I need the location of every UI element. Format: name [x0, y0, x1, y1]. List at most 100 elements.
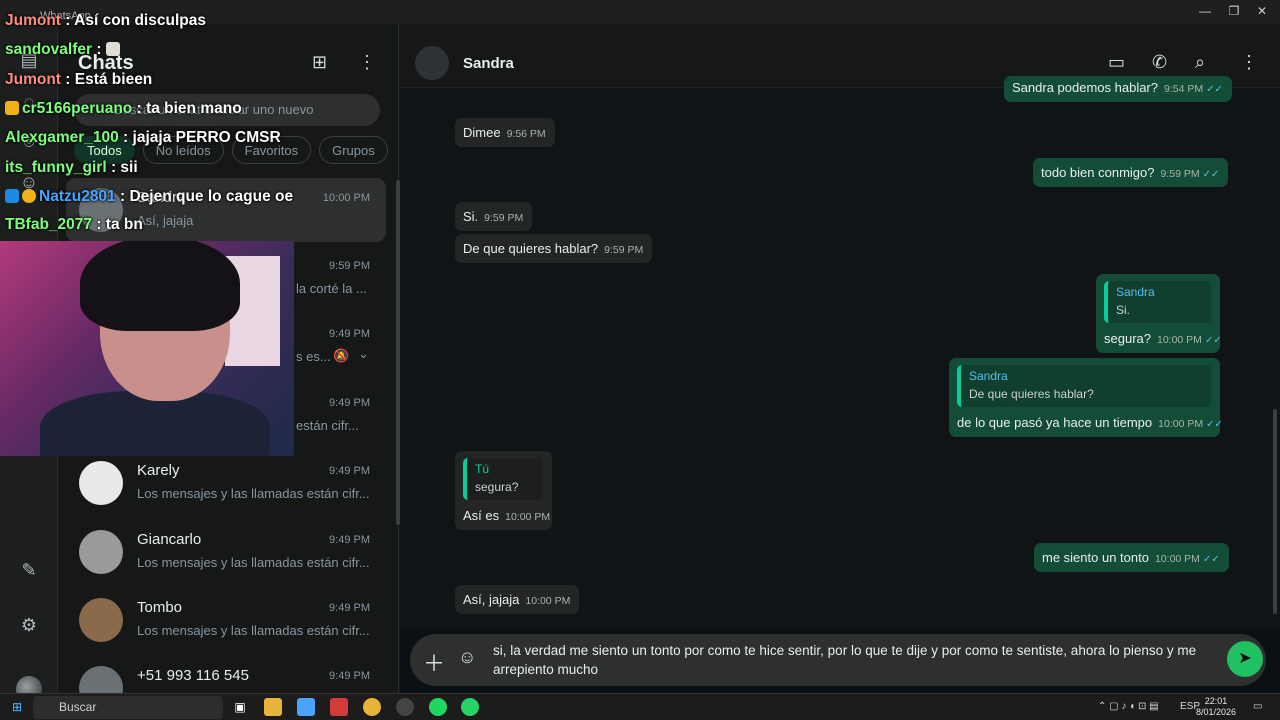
message-text: segura?: [1104, 331, 1151, 346]
stream-chat-text: Dejen que lo cague oe: [129, 188, 294, 205]
stream-chat-text: jajaja PERRO CMSR: [132, 129, 281, 146]
quoted-text: Si.: [1116, 303, 1131, 317]
system-tray-icons[interactable]: ⌃ ▢ ♪ ◖ ⊡ ▤: [1098, 701, 1159, 712]
stream-chat-text: sii: [120, 159, 138, 176]
taskbar-clock[interactable]: 22:01 8/01/2026: [1196, 696, 1236, 718]
message-out-reply[interactable]: Sandra Si. segura? 10:00 PM ✓✓: [1096, 274, 1222, 353]
badge-icon: [5, 189, 19, 203]
conversation-scrollbar[interactable]: [1273, 409, 1277, 614]
message-composer[interactable]: ＋ ☺ si, la verdad me siento un tonto por…: [410, 634, 1266, 686]
read-ticks-icon: ✓✓: [1206, 84, 1223, 95]
message-in[interactable]: De que quieres hablar? 9:59 PM: [455, 234, 653, 263]
muted-icon: 🔕: [333, 348, 350, 363]
search-icon[interactable]: ⌕: [1195, 52, 1205, 73]
message-text: Sandra podemos hablar?: [1012, 80, 1158, 95]
stream-chat-line: sandovalfer :: [5, 41, 123, 59]
stream-chat-user: Jumont: [5, 71, 61, 88]
chat-row-karely[interactable]: Karely Los mensajes y las llamadas están…: [66, 451, 386, 515]
stream-chat-user: Natzu2801: [39, 188, 116, 205]
spotify-icon[interactable]: [429, 698, 447, 716]
message-in[interactable]: Dimee 9:56 PM: [455, 118, 555, 147]
stream-chat-line: Alexgamer_100 : jajaja PERRO CMSR: [5, 129, 281, 146]
message-text: todo bien conmigo?: [1041, 165, 1155, 180]
emoji-icon[interactable]: ☺: [458, 647, 476, 668]
clock-time: 22:01: [1204, 696, 1228, 706]
read-ticks-icon: ✓✓: [1202, 169, 1220, 180]
starred-icon[interactable]: ✎: [17, 558, 41, 582]
message-in-reply[interactable]: Tú segura? Así es 10:00 PM: [455, 451, 552, 530]
taskbar-search[interactable]: Buscar: [33, 696, 223, 719]
chat-preview: s es...: [296, 349, 331, 364]
message-text: De que quieres hablar?: [463, 241, 599, 256]
chat-time: 9:49 PM: [329, 328, 370, 340]
send-button[interactable]: ➤: [1227, 641, 1263, 677]
message-out-reply[interactable]: Sandra De que quieres hablar? de lo que …: [949, 358, 1223, 437]
minimize-button[interactable]: —: [1195, 4, 1215, 18]
file-explorer-icon[interactable]: [264, 698, 282, 716]
chat-preview: están cifr...: [296, 418, 359, 433]
contact-avatar[interactable]: [415, 46, 449, 80]
message-time: 10:00 PM: [1158, 418, 1204, 430]
maximize-button[interactable]: ❐: [1224, 4, 1244, 18]
whatsapp-icon[interactable]: [461, 698, 479, 716]
quoted-message[interactable]: Sandra Si.: [1104, 281, 1211, 323]
quoted-message[interactable]: Tú segura?: [463, 458, 543, 500]
stream-chat-text: Está bieen: [74, 71, 153, 88]
message-text: Si.: [463, 209, 479, 224]
chat-time: 9:49 PM: [329, 534, 370, 546]
webcam-overlay: [0, 241, 294, 456]
message-in[interactable]: Así, jajaja 10:00 PM: [455, 585, 580, 614]
stream-chat-line: its_funny_girl : sii: [5, 159, 138, 176]
chat-time: 9:49 PM: [329, 465, 370, 477]
message-out[interactable]: me siento un tonto 10:00 PM ✓✓: [1034, 543, 1229, 572]
message-out[interactable]: todo bien conmigo? 9:59 PM ✓✓: [1033, 158, 1229, 187]
stream-chat-line: Jumont : Así con disculpas: [5, 12, 206, 29]
app-icon[interactable]: [297, 698, 315, 716]
avatar: [79, 530, 123, 574]
conversation-panel: Sandra ▭ ✆ ⌕ ⋮ Sandra podemos hablar? 9:5…: [400, 24, 1280, 693]
stream-chat-user: Alexgamer_100: [5, 129, 119, 146]
chat-name: Karely: [137, 462, 180, 479]
chevron-down-icon[interactable]: ⌄: [358, 346, 369, 362]
stream-chat-overlay: Jumont : Así con disculpas sandovalfer :…: [0, 0, 400, 240]
app-icon[interactable]: [330, 698, 348, 716]
notifications-icon[interactable]: ▭: [1253, 701, 1262, 712]
quoted-message[interactable]: Sandra De que quieres hablar?: [957, 365, 1211, 407]
stream-chat-text: ta bien mano: [146, 100, 242, 117]
chat-row-giancarlo[interactable]: Giancarlo Los mensajes y las llamadas es…: [66, 520, 386, 584]
task-view-icon[interactable]: ▣: [231, 698, 249, 716]
settings-icon[interactable]: ⚙: [17, 613, 41, 637]
chat-row-tombo[interactable]: Tombo Los mensajes y las llamadas están …: [66, 588, 386, 652]
message-input[interactable]: si, la verdad me siento un tonto por com…: [493, 641, 1213, 679]
message-time: 9:54 PM: [1164, 83, 1204, 95]
stream-chat-text: ta bn: [105, 216, 143, 233]
obs-icon[interactable]: [396, 698, 414, 716]
contact-name[interactable]: Sandra: [463, 55, 514, 72]
chrome-icon[interactable]: [363, 698, 381, 716]
message-time: 10:00 PM: [505, 511, 551, 523]
chat-time: 9:49 PM: [329, 602, 370, 614]
read-ticks-icon: ✓✓: [1204, 335, 1222, 346]
message-text: Así, jajaja: [463, 592, 520, 607]
voice-call-icon[interactable]: ✆: [1152, 52, 1167, 73]
message-time: 10:00 PM: [525, 595, 571, 607]
menu-icon[interactable]: ⋮: [1240, 52, 1258, 73]
avatar: [79, 461, 123, 505]
close-button[interactable]: ✕: [1252, 4, 1272, 18]
attach-icon[interactable]: ＋: [423, 646, 445, 678]
message-text: Así es: [463, 508, 500, 523]
message-time: 9:59 PM: [1160, 168, 1200, 180]
clock-date: 8/01/2026: [1196, 707, 1237, 717]
windows-taskbar: ⊞ Buscar ▣ ⌃ ▢ ♪ ◖ ⊡ ▤ ESP 22:01 8/01/20…: [0, 693, 1280, 720]
message-time: 9:56 PM: [506, 128, 546, 140]
stream-chat-user: cr5166peruano: [22, 100, 133, 117]
message-out[interactable]: Sandra podemos hablar? 9:54 PM ✓✓: [1004, 76, 1232, 102]
chat-time: 9:59 PM: [329, 260, 370, 272]
quoted-author: Sandra: [1116, 285, 1155, 299]
video-call-icon[interactable]: ▭: [1108, 52, 1125, 73]
chat-time: 9:49 PM: [329, 670, 370, 682]
chat-preview: Los mensajes y las llamadas están cifr..…: [137, 623, 370, 638]
start-icon[interactable]: ⊞: [8, 698, 26, 716]
message-in[interactable]: Si. 9:59 PM: [455, 202, 533, 231]
chat-name: Giancarlo: [137, 531, 202, 548]
